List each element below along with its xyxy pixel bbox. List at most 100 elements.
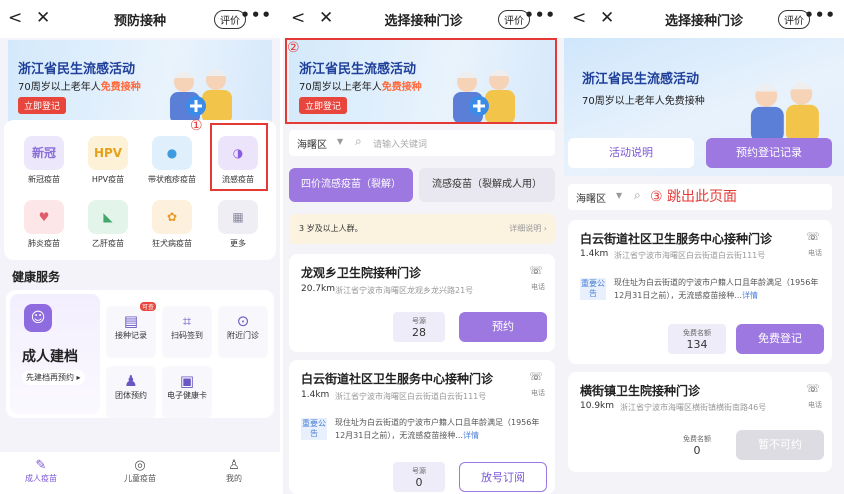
- tab-adult-vaccine[interactable]: ✎ 成人疫苗: [6, 458, 76, 484]
- booking-records-button[interactable]: 预约登记记录: [706, 138, 832, 168]
- archive-title: 成人建档: [22, 349, 78, 365]
- notice-text: 现住址为白云街道的宁波市户籍人口且年龄满足（1956年12月31日之前），无流感…: [335, 416, 545, 442]
- phone-label: 电话: [808, 401, 822, 409]
- notice-body: 现住址为白云街道的宁波市户籍人口且年龄满足（1956年12月31日之前），无流感…: [614, 278, 819, 300]
- clinic-address: 浙江省宁波市海曙区白云街道白云街111号: [614, 251, 766, 260]
- panel-vaccination-home: < ✕ 预防接种 评价 ••• 浙江省民生流感活动 70周岁以上老年人免费接种 …: [0, 0, 280, 494]
- district-select[interactable]: 海曙区: [297, 136, 327, 151]
- tab-child-vaccine[interactable]: ◎ 儿童疫苗: [105, 458, 175, 484]
- highlight-box-2: [285, 38, 557, 124]
- service-icon: ▤: [123, 312, 139, 330]
- detail-link[interactable]: 详细说明 ›: [509, 223, 547, 234]
- service-label: 扫码签到: [171, 331, 203, 340]
- search-input[interactable]: 请输入关键词: [373, 137, 427, 150]
- adult-archive-card[interactable]: ☺ 成人建档 先建档再预约 ▸: [10, 294, 100, 414]
- service-label: 附近门诊: [227, 331, 259, 340]
- clinic-address: 浙江省宁波市海曙区龙观乡龙兴路21号: [335, 286, 474, 295]
- phone-icon[interactable]: ☏: [529, 370, 543, 383]
- more-icon[interactable]: •••: [804, 6, 836, 24]
- clinic-distance: 10.9km: [580, 401, 615, 411]
- service-icon: ⌗: [182, 312, 192, 330]
- tab-label: 成人疫苗: [25, 474, 57, 483]
- vaccine-item[interactable]: ✿ 狂犬病疫苗: [144, 200, 200, 249]
- unavailable-button[interactable]: 暂不可约: [736, 430, 824, 460]
- service-item[interactable]: ▤ 接种记录 可查: [106, 302, 156, 358]
- vaccine-item[interactable]: ● 带状疱疹疫苗: [144, 136, 200, 185]
- banner-sub-highlight: 免费接种: [100, 82, 141, 93]
- vaccine-label: HPV疫苗: [91, 175, 125, 184]
- health-services-title: 健康服务: [12, 270, 61, 284]
- subscribe-button[interactable]: 放号订阅: [459, 462, 547, 492]
- book-button[interactable]: 预约: [459, 312, 547, 342]
- service-badge: 可查: [139, 302, 156, 311]
- banner-subtitle: 70周岁以上老年人免费接种: [582, 96, 705, 107]
- step-marker-1: ①: [190, 118, 203, 134]
- service-label: 团体预约: [115, 391, 147, 400]
- slot-label: 号源: [412, 467, 426, 475]
- clinic-distance: 1.4km: [301, 390, 330, 400]
- clinic-card[interactable]: 白云街道社区卫生服务中心接种门诊 1.4km 浙江省宁波市海曙区白云街道白云街1…: [289, 360, 555, 494]
- clinic-name: 横街镇卫生院接种门诊: [580, 384, 701, 398]
- register-now-button[interactable]: 立即登记: [18, 97, 67, 114]
- vaccine-item[interactable]: ◣ 乙肝疫苗: [80, 200, 136, 249]
- tab-adult-flu[interactable]: 流感疫苗（裂解成人用）: [419, 168, 555, 202]
- tab-quadrivalent-flu[interactable]: 四价流感疫苗（裂解）: [289, 168, 413, 202]
- vaccine-item[interactable]: HPV HPV疫苗: [80, 136, 136, 185]
- clinic-card[interactable]: 横街镇卫生院接种门诊 10.9km 浙江省宁波市海曙区横街镇横街南路46号 ☏ …: [568, 372, 832, 472]
- vaccine-label: 狂犬病疫苗: [152, 239, 192, 248]
- service-item[interactable]: ♟ 团体预约: [106, 366, 156, 418]
- age-notice-text: 3 岁及以上人群。: [299, 224, 363, 233]
- vaccine-label: 乙肝疫苗: [92, 239, 124, 248]
- service-item[interactable]: ⊙ 附近门诊: [218, 306, 268, 358]
- vaccine-icon: ●: [152, 136, 192, 170]
- promo-banner[interactable]: 浙江省民生流感活动 70周岁以上老年人免费接种 立即登记: [8, 40, 272, 124]
- notice-more-link[interactable]: 详情: [463, 431, 479, 440]
- clinic-name: 白云街道社区卫生服务中心接种门诊: [580, 232, 773, 246]
- activity-info-button[interactable]: 活动说明: [568, 138, 694, 168]
- tab-label: 儿童疫苗: [124, 474, 156, 483]
- tab-mine[interactable]: ♙ 我的: [199, 458, 269, 484]
- top-bar: < ✕ 预防接种 评价 •••: [0, 0, 280, 38]
- vaccine-item[interactable]: ▦ 更多: [210, 200, 266, 249]
- syringe-icon: ✎: [35, 458, 47, 473]
- service-item[interactable]: ⌗ 扫码签到: [162, 306, 212, 358]
- user-icon: ♙: [228, 458, 240, 473]
- clinic-card[interactable]: 白云街道社区卫生服务中心接种门诊 1.4km 浙江省宁波市海曙区白云街道白云街1…: [568, 220, 832, 364]
- vaccine-label: 更多: [230, 239, 246, 248]
- service-icon: ⊙: [236, 312, 250, 330]
- step-marker-3: ③ 跳出此页面: [650, 189, 738, 205]
- service-item[interactable]: ▣ 电子健康卡: [162, 366, 212, 418]
- vaccine-icon: ◣: [88, 200, 128, 234]
- phone-label: 电话: [531, 389, 545, 397]
- phone-label: 电话: [531, 283, 545, 291]
- vaccine-item[interactable]: 新冠 新冠疫苗: [16, 136, 72, 185]
- free-register-button[interactable]: 免费登记: [736, 324, 824, 354]
- bottom-tab-bar: ✎ 成人疫苗 ◎ 儿童疫苗 ♙ 我的: [0, 452, 280, 494]
- detail-link-text: 详细说明: [509, 224, 542, 233]
- more-icon[interactable]: •••: [240, 6, 272, 24]
- more-icon[interactable]: •••: [524, 6, 556, 24]
- service-icon: ♟: [124, 372, 138, 390]
- slot-label: 号源: [412, 317, 426, 325]
- caret-down-icon: ▼: [616, 191, 623, 200]
- phone-icon[interactable]: ☏: [806, 382, 820, 395]
- banner-sub-prefix: 70周岁以上老年人: [18, 82, 101, 93]
- tab-label: 我的: [226, 474, 242, 483]
- clinic-address: 浙江省宁波市海曙区横街镇横街南路46号: [620, 403, 767, 412]
- phone-icon[interactable]: ☏: [529, 264, 543, 277]
- notice-more-link[interactable]: 详情: [742, 291, 758, 300]
- vaccine-item[interactable]: ♥ 肺炎疫苗: [16, 200, 72, 249]
- phone-icon[interactable]: ☏: [806, 230, 820, 243]
- search-icon: ⌕: [355, 134, 362, 148]
- clinic-name: 龙观乡卫生院接种门诊: [301, 266, 422, 280]
- important-notice-tag: 重要公告: [301, 418, 327, 440]
- free-quota: 免费名额 134: [668, 324, 726, 354]
- child-icon: ◎: [134, 458, 146, 473]
- phone-label: 电话: [808, 249, 822, 257]
- top-bar: < ✕ 选择接种门诊 评价 •••: [283, 0, 564, 38]
- clinic-card[interactable]: 龙观乡卫生院接种门诊 20.7km 浙江省宁波市海曙区龙观乡龙兴路21号 ☏ 电…: [289, 254, 555, 352]
- banner-title: 浙江省民生流感活动: [18, 62, 136, 77]
- district-select[interactable]: 海曙区: [576, 190, 606, 205]
- search-row[interactable]: 海曙区 ▼ ⌕ 请输入关键词: [289, 130, 555, 156]
- clinic-address: 浙江省宁波市海曙区白云街道白云街111号: [335, 392, 487, 401]
